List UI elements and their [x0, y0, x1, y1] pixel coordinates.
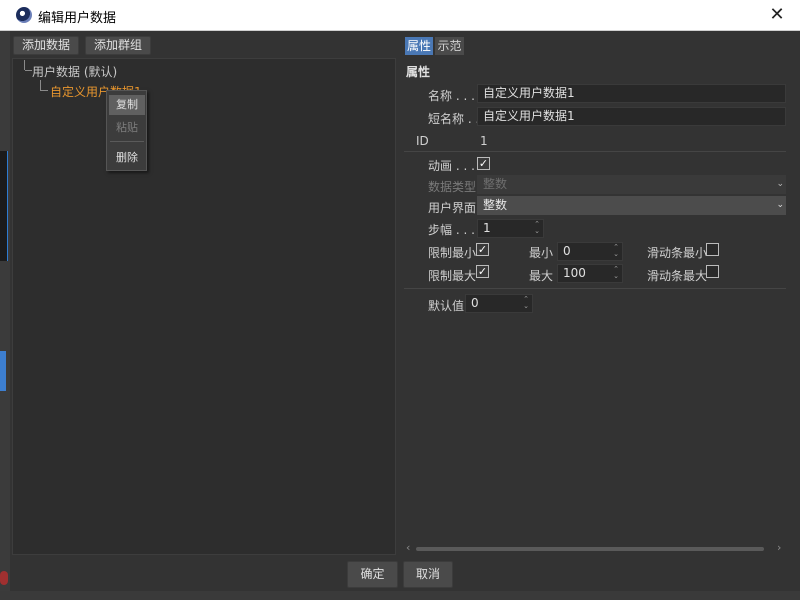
tree-item-user-data-root[interactable]: 用户数据 (默认) — [32, 63, 117, 80]
interface-dropdown[interactable]: 整数 ⌄ — [477, 196, 786, 215]
min-label: 最小 — [529, 246, 554, 260]
close-icon[interactable]: ✕ — [765, 3, 789, 27]
id-label: ID — [416, 134, 429, 148]
context-menu-delete[interactable]: 删除 — [109, 148, 145, 168]
step-value: 1 — [483, 221, 491, 235]
id-value: 1 — [480, 134, 488, 148]
slider-min-checkbox[interactable] — [706, 243, 719, 256]
limit-max-checkbox[interactable]: ✓ — [476, 265, 489, 278]
spin-arrows-icon[interactable]: ⌃ ⌄ — [523, 296, 529, 310]
interface-value: 整数 — [483, 198, 508, 212]
ok-button[interactable]: 确定 — [347, 561, 398, 588]
user-data-tree-panel[interactable] — [12, 58, 396, 555]
context-menu-paste[interactable]: 粘贴 — [109, 118, 145, 138]
limit-min-label: 限制最小 — [428, 246, 477, 260]
max-label: 最大 — [529, 269, 554, 283]
short-name-label: 短名称 . . — [428, 112, 480, 126]
slider-min-label: 滑动条最小 — [647, 246, 708, 260]
tree-connector — [25, 70, 32, 71]
background-viewport-piece — [0, 151, 8, 261]
step-field[interactable]: 1 ⌃ ⌄ — [477, 219, 544, 238]
spin-arrows-icon[interactable]: ⌃ ⌄ — [534, 221, 540, 235]
divider — [404, 288, 786, 289]
tree-connector — [40, 90, 48, 91]
add-data-button[interactable]: 添加数据 — [13, 36, 79, 55]
scroll-left-icon[interactable]: ‹ — [406, 541, 410, 554]
data-type-value: 整数 — [483, 177, 508, 191]
title-bar: 编辑用户数据 ✕ — [0, 0, 800, 31]
scroll-right-icon[interactable]: › — [777, 541, 781, 554]
context-menu: 复制 粘贴 删除 — [106, 90, 147, 171]
interface-label: 用户界面 — [428, 201, 477, 215]
default-value-field[interactable]: 0 ⌃ ⌄ — [465, 294, 533, 313]
window-title: 编辑用户数据 — [38, 11, 117, 26]
max-field[interactable]: 100 ⌃ ⌄ — [557, 264, 623, 283]
properties-section-title: 属性 — [406, 65, 431, 79]
cinema4d-app-icon — [16, 7, 32, 23]
context-menu-separator — [110, 141, 144, 142]
spin-arrows-icon[interactable]: ⌃ ⌄ — [613, 244, 619, 258]
slider-max-label: 滑动条最大 — [647, 269, 708, 283]
limit-max-label: 限制最大 — [428, 269, 477, 283]
name-label: 名称 . . . . — [428, 89, 483, 103]
horizontal-scrollbar[interactable] — [416, 547, 764, 551]
tree-connector — [24, 60, 25, 70]
min-field[interactable]: 0 ⌃ ⌄ — [557, 242, 623, 261]
cancel-button[interactable]: 取消 — [403, 561, 453, 588]
step-label: 步幅 . . . . — [428, 223, 483, 237]
slider-max-checkbox[interactable] — [706, 265, 719, 278]
data-type-dropdown[interactable]: 整数 ⌄ — [477, 175, 786, 194]
spin-arrows-icon[interactable]: ⌃ ⌄ — [613, 266, 619, 280]
window-bottom-border — [0, 591, 800, 600]
default-value-label: 默认值 — [428, 299, 465, 313]
background-blue-element — [0, 351, 6, 391]
animate-label: 动画 . . . . — [428, 159, 483, 173]
chevron-down-icon: ⌄ — [776, 179, 784, 189]
tab-example[interactable]: 示范 — [435, 37, 464, 55]
max-value: 100 — [563, 266, 586, 280]
default-value: 0 — [471, 296, 479, 310]
tree-connector — [40, 80, 41, 90]
animate-checkbox[interactable]: ✓ — [477, 157, 490, 170]
chevron-down-icon: ⌄ — [776, 200, 784, 210]
min-value: 0 — [563, 244, 571, 258]
divider — [404, 151, 786, 152]
add-group-button[interactable]: 添加群组 — [85, 36, 151, 55]
name-field[interactable]: 自定义用户数据1 — [477, 84, 786, 103]
short-name-field[interactable]: 自定义用户数据1 — [477, 107, 786, 126]
context-menu-copy[interactable]: 复制 — [109, 95, 145, 115]
background-red-element — [0, 571, 8, 585]
data-type-label: 数据类型 — [428, 180, 477, 194]
tab-properties[interactable]: 属性 — [405, 37, 433, 55]
limit-min-checkbox[interactable]: ✓ — [476, 243, 489, 256]
background-app-strip — [0, 31, 10, 600]
